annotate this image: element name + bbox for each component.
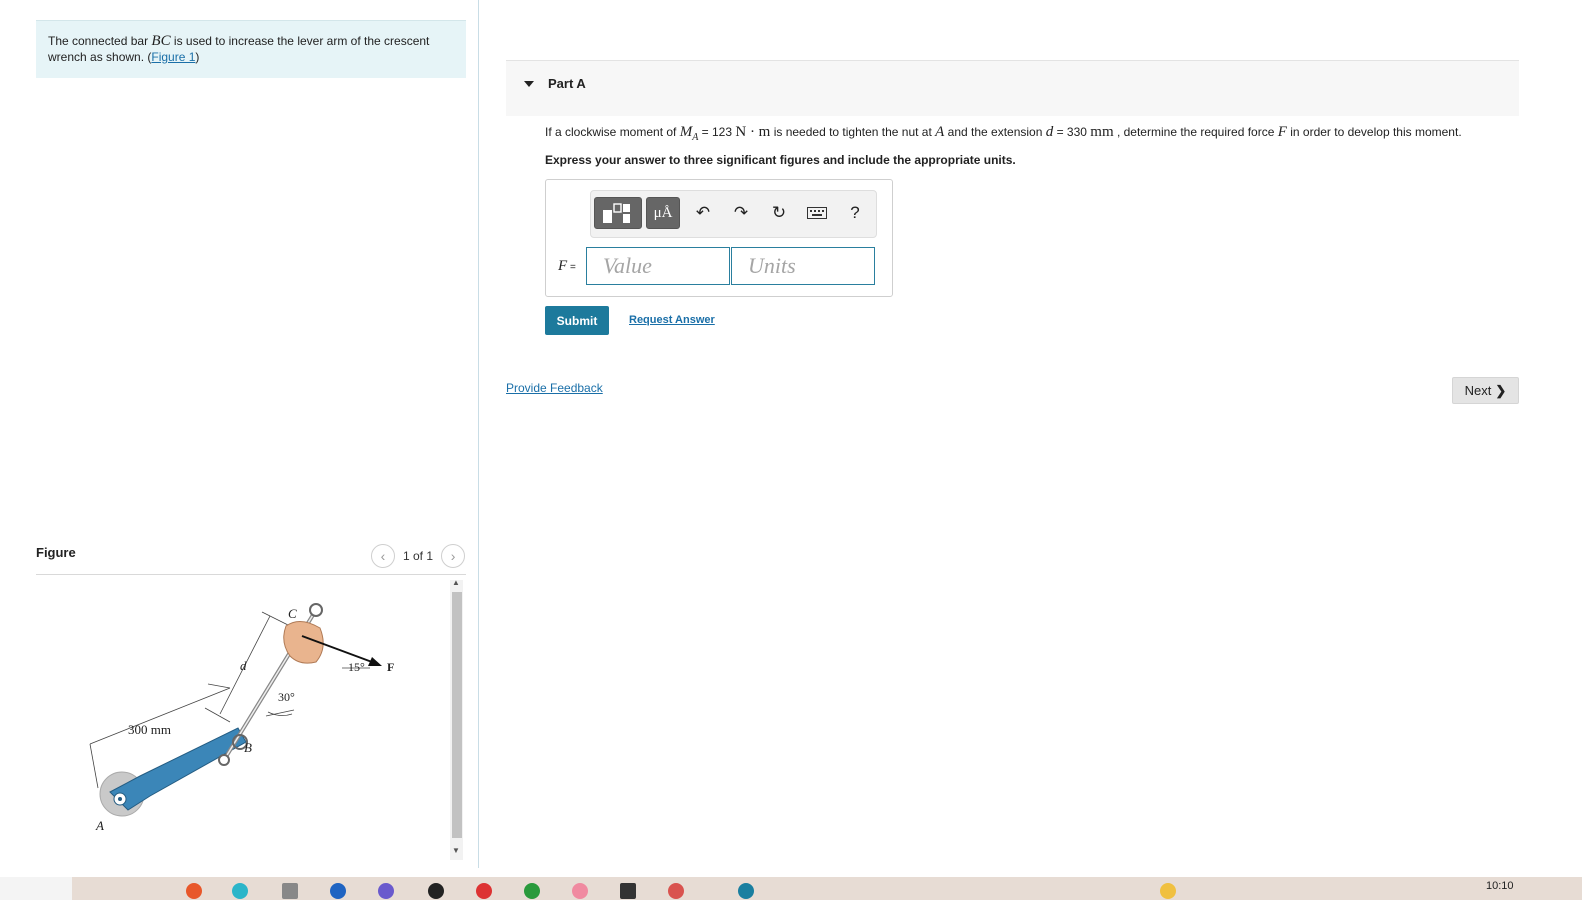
panel-divider [478, 0, 479, 868]
chevron-right-icon: ❯ [1495, 382, 1507, 398]
wrench-figure: C d F 15° 30° 300 mm B A [89, 603, 394, 833]
app-icon[interactable] [378, 883, 394, 899]
next-button[interactable]: Next ❯ [1452, 377, 1519, 404]
q-m-unit: N · m [735, 124, 771, 140]
figure-title: Figure [36, 545, 76, 560]
app-icon[interactable] [738, 883, 754, 899]
q-text-2: = 123 [698, 125, 736, 139]
app-icon[interactable] [428, 883, 444, 899]
bar-joint-b [218, 754, 230, 766]
app-icon[interactable] [572, 883, 588, 899]
answer-label: F = [558, 258, 576, 275]
app-icon[interactable] [668, 883, 684, 899]
app-icon[interactable] [1160, 883, 1176, 899]
app-icon[interactable] [476, 883, 492, 899]
provide-feedback-link[interactable]: Provide Feedback [506, 381, 603, 395]
math-toolbar: μÅ ↶ ↷ ↻ ? [590, 190, 877, 238]
q-m-sym: M [679, 124, 693, 140]
q-text-7: in order to develop this moment. [1286, 125, 1462, 139]
units-input[interactable] [731, 247, 875, 285]
label-c: C [288, 606, 297, 621]
question-text: If a clockwise moment of MA = 123 N · m … [545, 124, 1462, 143]
chevron-right-icon[interactable]: › [441, 544, 466, 568]
q-text-6: , determine the required force [1113, 125, 1278, 139]
wrench-pivot-center [118, 797, 122, 801]
taskbar-start-area[interactable] [0, 877, 72, 900]
submit-button[interactable]: Submit [545, 306, 609, 335]
label-angle30: 30° [278, 690, 295, 704]
app-icon[interactable] [232, 883, 248, 899]
templates-icon[interactable] [594, 197, 642, 229]
wrench-body [109, 727, 247, 811]
answer-box: μÅ ↶ ↷ ↻ ? F = [545, 179, 893, 297]
app-icon[interactable] [186, 883, 202, 899]
answer-label-eq: = [567, 262, 576, 273]
reset-icon[interactable]: ↻ [765, 199, 793, 227]
label-d: d [240, 658, 247, 673]
label-f: F [387, 660, 394, 674]
intro-text: The connected bar [48, 34, 152, 48]
answer-label-symbol: F [558, 258, 568, 274]
app-icon[interactable] [282, 883, 298, 899]
intro-text-end: ) [195, 50, 200, 64]
label-300mm: 300 mm [128, 722, 171, 737]
part-a-header[interactable]: Part A [506, 60, 1519, 116]
caret-down-icon[interactable] [524, 81, 534, 87]
help-button[interactable]: ? [841, 199, 869, 227]
q-text-1: If a clockwise moment of [545, 125, 680, 139]
q-text-3: is needed to tighten the nut at [770, 125, 936, 139]
scroll-down-icon[interactable]: ▼ [452, 846, 460, 855]
figure-link[interactable]: Figure 1 [151, 50, 195, 64]
app-icon[interactable] [620, 883, 636, 899]
request-answer-link[interactable]: Request Answer [629, 314, 715, 326]
figure-scrollbar-thumb[interactable] [452, 592, 462, 838]
figure-nav: ‹ 1 of 1 › [371, 544, 466, 568]
app-icon[interactable] [330, 883, 346, 899]
instruction-text: Express your answer to three significant… [545, 153, 1016, 167]
q-f-symbol: F [1277, 124, 1287, 140]
force-arrowhead [368, 657, 382, 666]
q-a-symbol: A [935, 124, 945, 140]
units-button[interactable]: μÅ [646, 197, 680, 229]
redo-icon[interactable]: ↷ [727, 199, 755, 227]
problem-intro: The connected bar BC is used to increase… [36, 20, 466, 78]
app-icon[interactable] [524, 883, 540, 899]
chevron-left-icon[interactable]: ‹ [371, 544, 395, 568]
q-text-5: = 330 [1053, 125, 1091, 139]
figure-counter: 1 of 1 [403, 549, 434, 563]
label-a: A [95, 818, 104, 833]
label-b: B [244, 740, 252, 755]
taskbar-clock: 10:10 [1486, 880, 1514, 892]
scroll-up-icon[interactable]: ▲ [452, 578, 460, 587]
label-angle15: 15° [348, 660, 365, 674]
next-label: Next [1464, 383, 1492, 398]
value-input[interactable] [586, 247, 730, 285]
undo-icon[interactable]: ↶ [689, 199, 717, 227]
q-text-4: and the extension [944, 125, 1046, 139]
dim-ext-d1 [204, 707, 231, 723]
bar-end-ring [309, 603, 323, 617]
figure-divider [36, 574, 466, 575]
dim-ext-a [89, 743, 99, 789]
q-d-unit: mm [1090, 124, 1114, 140]
bar-symbol: BC [151, 33, 171, 49]
dim-ext-b [207, 683, 231, 689]
part-title: Part A [548, 76, 586, 91]
q-m-symbol: MA [679, 124, 699, 143]
keyboard-icon[interactable] [803, 199, 831, 227]
